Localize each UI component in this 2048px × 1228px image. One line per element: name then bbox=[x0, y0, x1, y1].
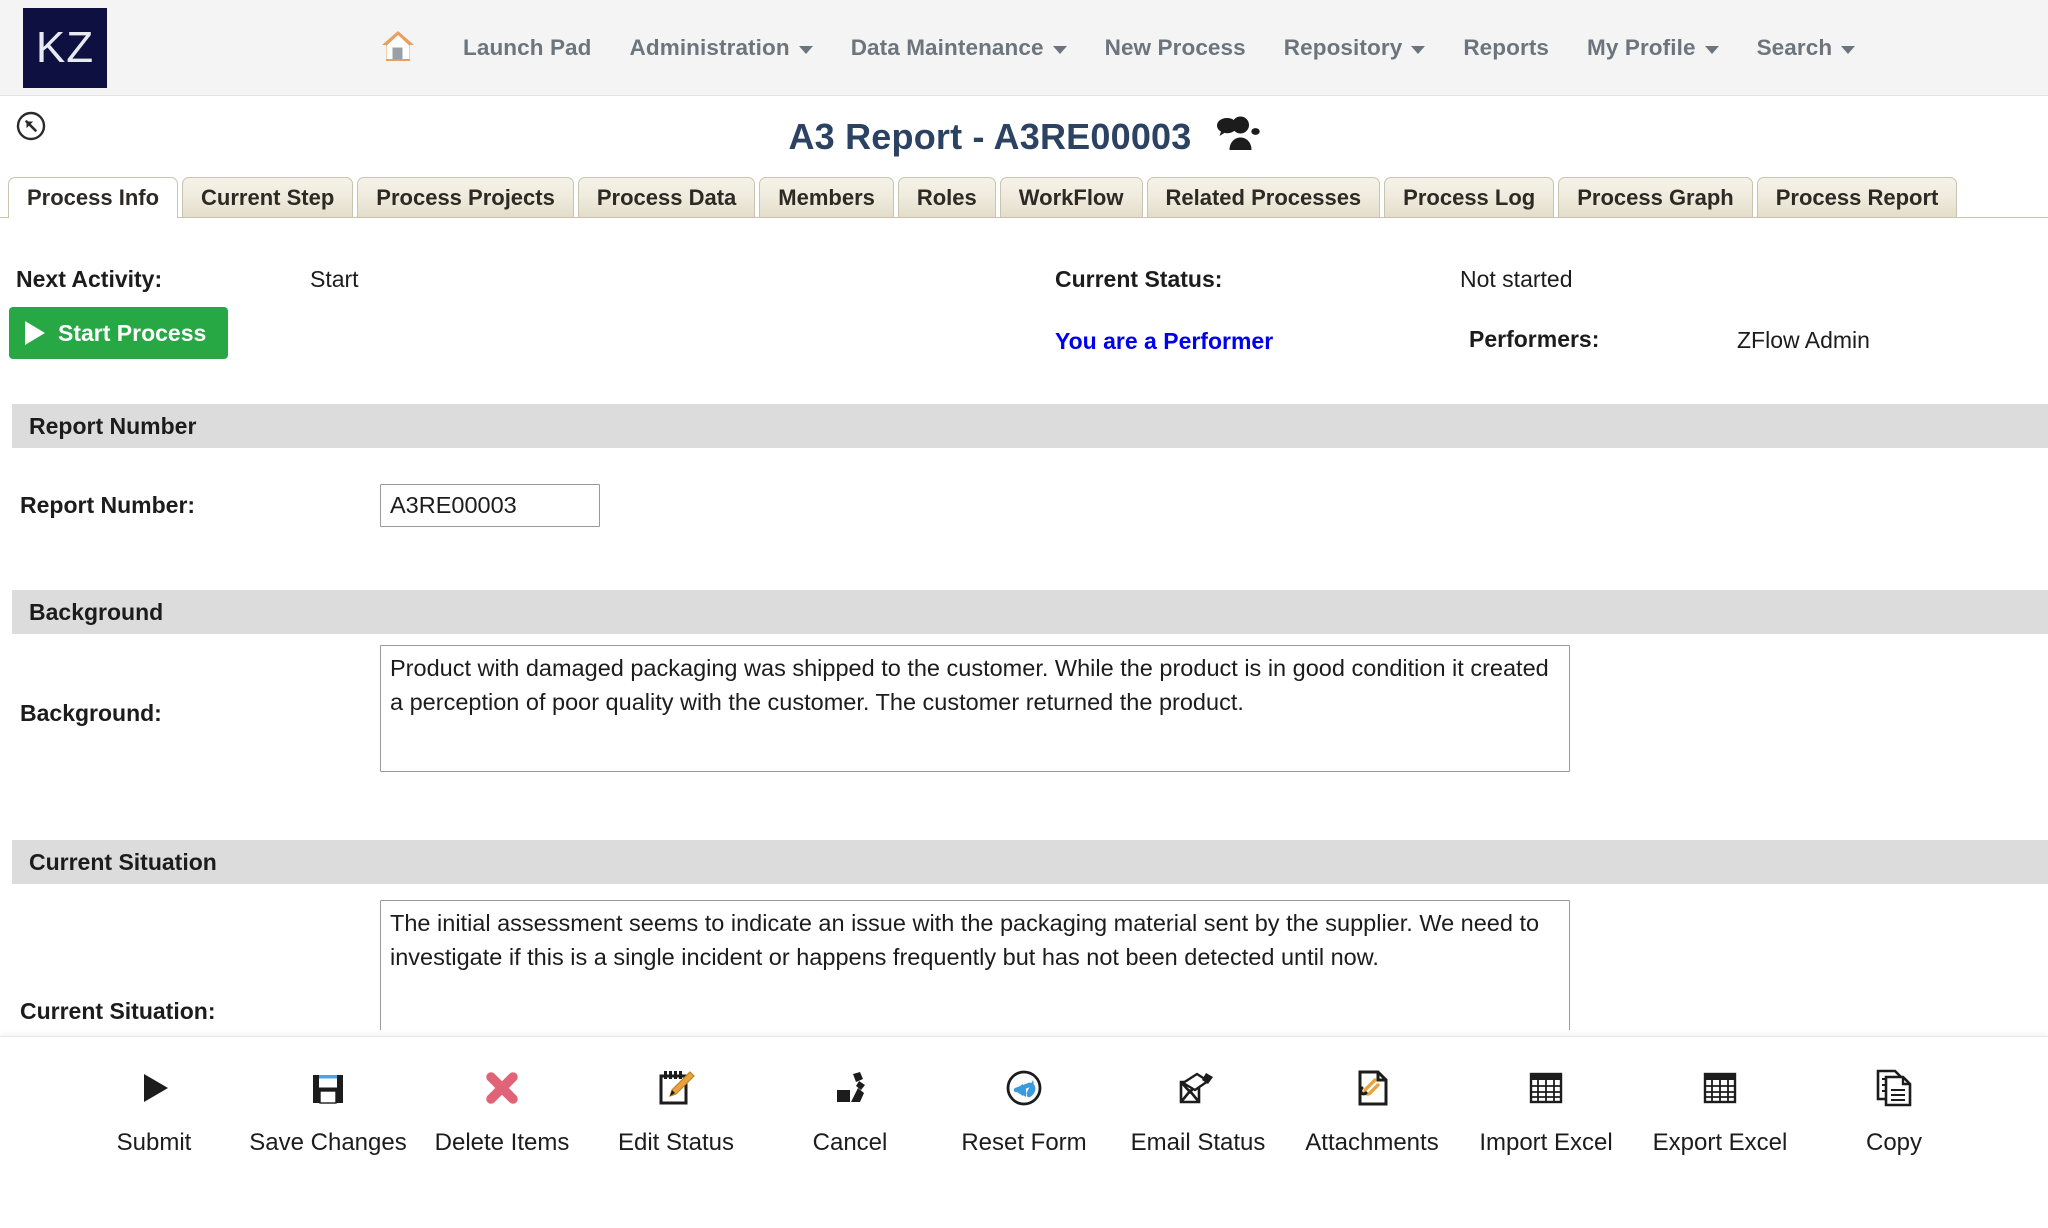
eraser-icon bbox=[828, 1063, 872, 1113]
copy-label: Copy bbox=[1866, 1129, 1922, 1157]
bottom-action-toolbar: Submit Save Changes Delete Items bbox=[0, 1036, 2048, 1228]
start-process-label: Start Process bbox=[58, 320, 206, 347]
play-icon bbox=[132, 1063, 176, 1113]
section-title: Current Situation bbox=[29, 849, 217, 876]
email-status-button[interactable]: Email Status bbox=[1111, 1063, 1285, 1157]
start-process-button[interactable]: Start Process bbox=[9, 307, 228, 359]
save-changes-label: Save Changes bbox=[249, 1129, 406, 1157]
save-changes-button[interactable]: Save Changes bbox=[241, 1063, 415, 1157]
cancel-button[interactable]: Cancel bbox=[763, 1063, 937, 1157]
copy-documents-icon bbox=[1872, 1063, 1916, 1113]
section-header-background: Background bbox=[12, 590, 2048, 634]
process-status-area: Next Activity: Start Current Status: Not… bbox=[0, 250, 2048, 400]
reset-form-label: Reset Form bbox=[961, 1129, 1086, 1157]
report-number-input[interactable] bbox=[380, 484, 600, 527]
circular-undo-arrow-icon bbox=[1002, 1063, 1046, 1113]
form-scroll-region[interactable]: Next Activity: Start Current Status: Not… bbox=[0, 0, 2048, 1030]
performer-note: You are a Performer bbox=[1055, 328, 1273, 355]
import-excel-button[interactable]: Import Excel bbox=[1459, 1063, 1633, 1157]
export-excel-button[interactable]: Export Excel bbox=[1633, 1063, 1807, 1157]
edit-status-button[interactable]: Edit Status bbox=[589, 1063, 763, 1157]
section-title: Report Number bbox=[29, 413, 196, 440]
floppy-disk-icon bbox=[306, 1063, 350, 1113]
export-excel-label: Export Excel bbox=[1653, 1129, 1788, 1157]
section-title: Background bbox=[29, 599, 163, 626]
tab-process-info[interactable]: Process Info bbox=[8, 177, 178, 217]
current-situation-textarea[interactable] bbox=[380, 900, 1570, 1030]
next-activity-label: Next Activity: bbox=[16, 266, 162, 293]
cancel-label: Cancel bbox=[813, 1129, 888, 1157]
performers-label: Performers: bbox=[1469, 326, 1599, 353]
next-activity-value: Start bbox=[310, 266, 359, 293]
grid-table-icon bbox=[1524, 1063, 1568, 1113]
current-status-label: Current Status: bbox=[1055, 266, 1222, 293]
performers-value: ZFlow Admin bbox=[1737, 327, 1870, 354]
copy-button[interactable]: Copy bbox=[1807, 1063, 1981, 1157]
delete-items-label: Delete Items bbox=[435, 1129, 570, 1157]
edit-status-label: Edit Status bbox=[618, 1129, 734, 1157]
submit-button[interactable]: Submit bbox=[67, 1063, 241, 1157]
section-header-report-number: Report Number bbox=[12, 404, 2048, 448]
delete-items-button[interactable]: Delete Items bbox=[415, 1063, 589, 1157]
envelope-pencil-icon bbox=[1175, 1063, 1221, 1113]
current-status-value: Not started bbox=[1460, 266, 1573, 293]
submit-label: Submit bbox=[117, 1129, 192, 1157]
reset-form-button[interactable]: Reset Form bbox=[937, 1063, 1111, 1157]
grid-table-icon bbox=[1698, 1063, 1742, 1113]
notepad-pencil-icon bbox=[654, 1063, 698, 1113]
report-number-label: Report Number: bbox=[20, 492, 195, 519]
red-x-icon bbox=[480, 1063, 524, 1113]
section-header-current-situation: Current Situation bbox=[12, 840, 2048, 884]
current-situation-label: Current Situation: bbox=[20, 998, 216, 1025]
document-paperclip-icon bbox=[1350, 1063, 1394, 1113]
attachments-label: Attachments bbox=[1305, 1129, 1438, 1157]
tab-label: Process Info bbox=[27, 185, 159, 211]
email-status-label: Email Status bbox=[1131, 1129, 1266, 1157]
attachments-button[interactable]: Attachments bbox=[1285, 1063, 1459, 1157]
play-icon bbox=[25, 321, 45, 345]
background-textarea[interactable] bbox=[380, 645, 1570, 772]
import-excel-label: Import Excel bbox=[1479, 1129, 1612, 1157]
background-label: Background: bbox=[20, 700, 162, 727]
